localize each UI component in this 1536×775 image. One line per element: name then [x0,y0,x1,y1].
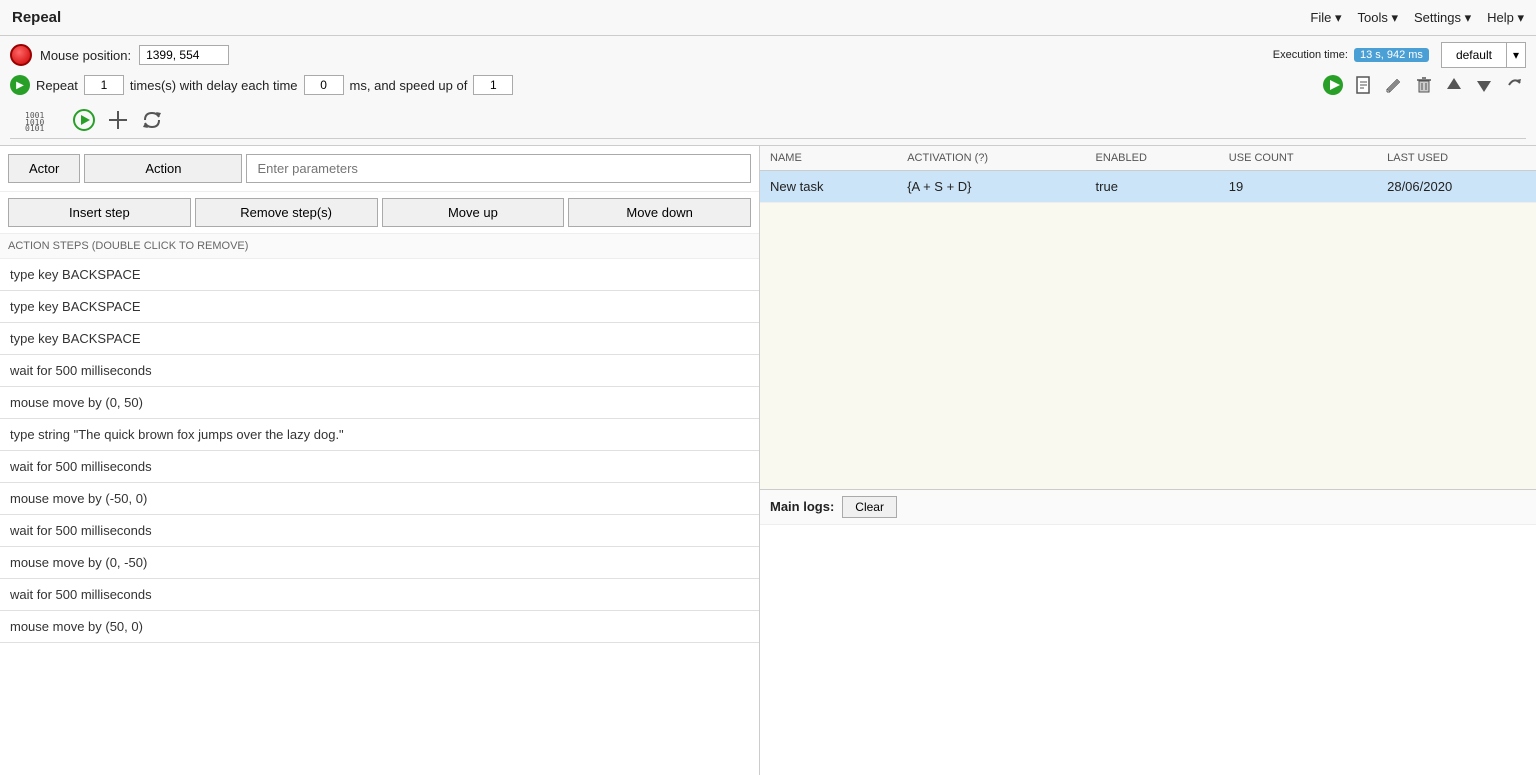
step-item[interactable]: type key BACKSPACE [0,259,759,291]
move-up-button[interactable]: Move up [382,198,565,227]
right-icon-toolbar [1320,72,1526,98]
default-btn-group: default ▾ [1441,42,1526,68]
repeat-row: ▶ Repeat times(s) with delay each time m… [10,72,1526,98]
clear-logs-button[interactable]: Clear [842,496,897,518]
task-cell-enabled: true [1086,171,1219,203]
execution-time-label: Execution time: [1273,49,1348,61]
insert-step-button[interactable]: Insert step [8,198,191,227]
svg-text:0101: 0101 [25,124,44,131]
logs-label: Main logs: [770,499,834,514]
left-panel: Actor Action Insert step Remove step(s) … [0,146,760,775]
execution-time: Execution time: 13 s, 942 ms [1273,48,1429,62]
refresh-icon-btn[interactable] [136,106,168,134]
params-input[interactable] [246,154,751,183]
task-row[interactable]: New task{A + S + D}true1928/06/2020 [760,171,1536,203]
step-item[interactable]: type string "The quick brown fox jumps o… [0,419,759,451]
step-item[interactable]: type key BACKSPACE [0,323,759,355]
right-panel: NAME ACTIVATION (?) ENABLED USE COUNT LA… [760,146,1536,775]
default-dropdown-arrow[interactable]: ▾ [1507,42,1526,68]
delay-input[interactable] [304,75,344,95]
mouse-position-input[interactable] [139,45,229,65]
steps-list: type key BACKSPACEtype key BACKSPACEtype… [0,259,759,775]
move-down-button[interactable]: Move down [568,198,751,227]
step-item[interactable]: type key BACKSPACE [0,291,759,323]
play-button-small[interactable]: ▶ [10,75,30,95]
task-cell-last_used: 28/06/2020 [1377,171,1536,203]
menu-file[interactable]: File ▾ [1310,10,1341,26]
mouse-row: Mouse position: Execution time: 13 s, 94… [10,42,1526,68]
step-buttons-row: Insert step Remove step(s) Move up Move … [0,192,759,234]
actor-action-row: Actor Action [0,146,759,192]
task-cell-name: New task [760,171,897,203]
step-item[interactable]: mouse move by (0, 50) [0,387,759,419]
logs-header: Main logs: Clear [760,490,1536,525]
new-script-icon-btn[interactable] [1352,73,1376,97]
play-circle-btn[interactable] [68,106,100,134]
step-item[interactable]: mouse move by (-50, 0) [0,483,759,515]
speed-input[interactable] [473,75,513,95]
step-item[interactable]: wait for 500 milliseconds [0,579,759,611]
col-name: NAME [760,146,897,171]
stop-icon-btn[interactable] [102,106,134,134]
repeat-count-input[interactable] [84,75,124,95]
main-layout: Mouse position: Execution time: 13 s, 94… [0,36,1536,775]
menu-settings[interactable]: Settings ▾ [1414,10,1471,26]
edit-icon-btn[interactable] [1382,73,1406,97]
step-item[interactable]: wait for 500 milliseconds [0,515,759,547]
top-controls: Mouse position: Execution time: 13 s, 94… [0,36,1536,146]
task-table: NAME ACTIVATION (?) ENABLED USE COUNT LA… [760,146,1536,203]
menu-items: File ▾ Tools ▾ Settings ▾ Help ▾ [1310,10,1524,26]
step-item[interactable]: mouse move by (0, -50) [0,547,759,579]
action-steps-label: ACTION STEPS (DOUBLE CLICK TO REMOVE) [0,234,759,259]
repeat-label: Repeat [36,78,78,93]
menu-help[interactable]: Help ▾ [1487,10,1524,26]
actor-button[interactable]: Actor [8,154,80,183]
action-button[interactable]: Action [84,154,242,183]
delete-icon-btn[interactable] [1412,73,1436,97]
content-area: Actor Action Insert step Remove step(s) … [0,146,1536,775]
repeat-left: ▶ Repeat times(s) with delay each time m… [10,75,513,95]
script-icon-row: 1001 1010 0101 [10,102,1526,139]
move-up-icon-btn[interactable] [1442,73,1466,97]
menu-tools[interactable]: Tools ▾ [1358,10,1399,26]
col-activation: ACTIVATION (?) [897,146,1085,171]
mouse-position-label: Mouse position: [40,48,131,63]
mouse-left: Mouse position: [10,44,229,66]
execution-time-badge: 13 s, 942 ms [1354,48,1429,62]
redo-icon-btn[interactable] [1502,73,1526,97]
times-label: times(s) with delay each time [130,78,298,93]
record-indicator [10,44,32,66]
app-title: Repeal [12,9,61,26]
ms-label: ms, and speed up of [350,78,468,93]
logs-content [760,525,1536,775]
step-item[interactable]: wait for 500 milliseconds [0,451,759,483]
default-button[interactable]: default [1441,42,1507,68]
step-item[interactable]: mouse move by (50, 0) [0,611,759,643]
logs-area: Main logs: Clear [760,489,1536,775]
task-cell-activation: {A + S + D} [897,171,1085,203]
remove-step-button[interactable]: Remove step(s) [195,198,378,227]
col-enabled: ENABLED [1086,146,1219,171]
col-last-used: LAST USED [1377,146,1536,171]
step-item[interactable]: wait for 500 milliseconds [0,355,759,387]
task-cell-use_count: 19 [1219,171,1377,203]
menubar: Repeal File ▾ Tools ▾ Settings ▾ Help ▾ [0,0,1536,36]
col-use-count: USE COUNT [1219,146,1377,171]
move-down-icon-btn[interactable] [1472,73,1496,97]
play-icon-btn[interactable] [1320,72,1346,98]
table-spacer [760,203,1536,489]
binary-icon-btn[interactable]: 1001 1010 0101 [20,106,66,134]
